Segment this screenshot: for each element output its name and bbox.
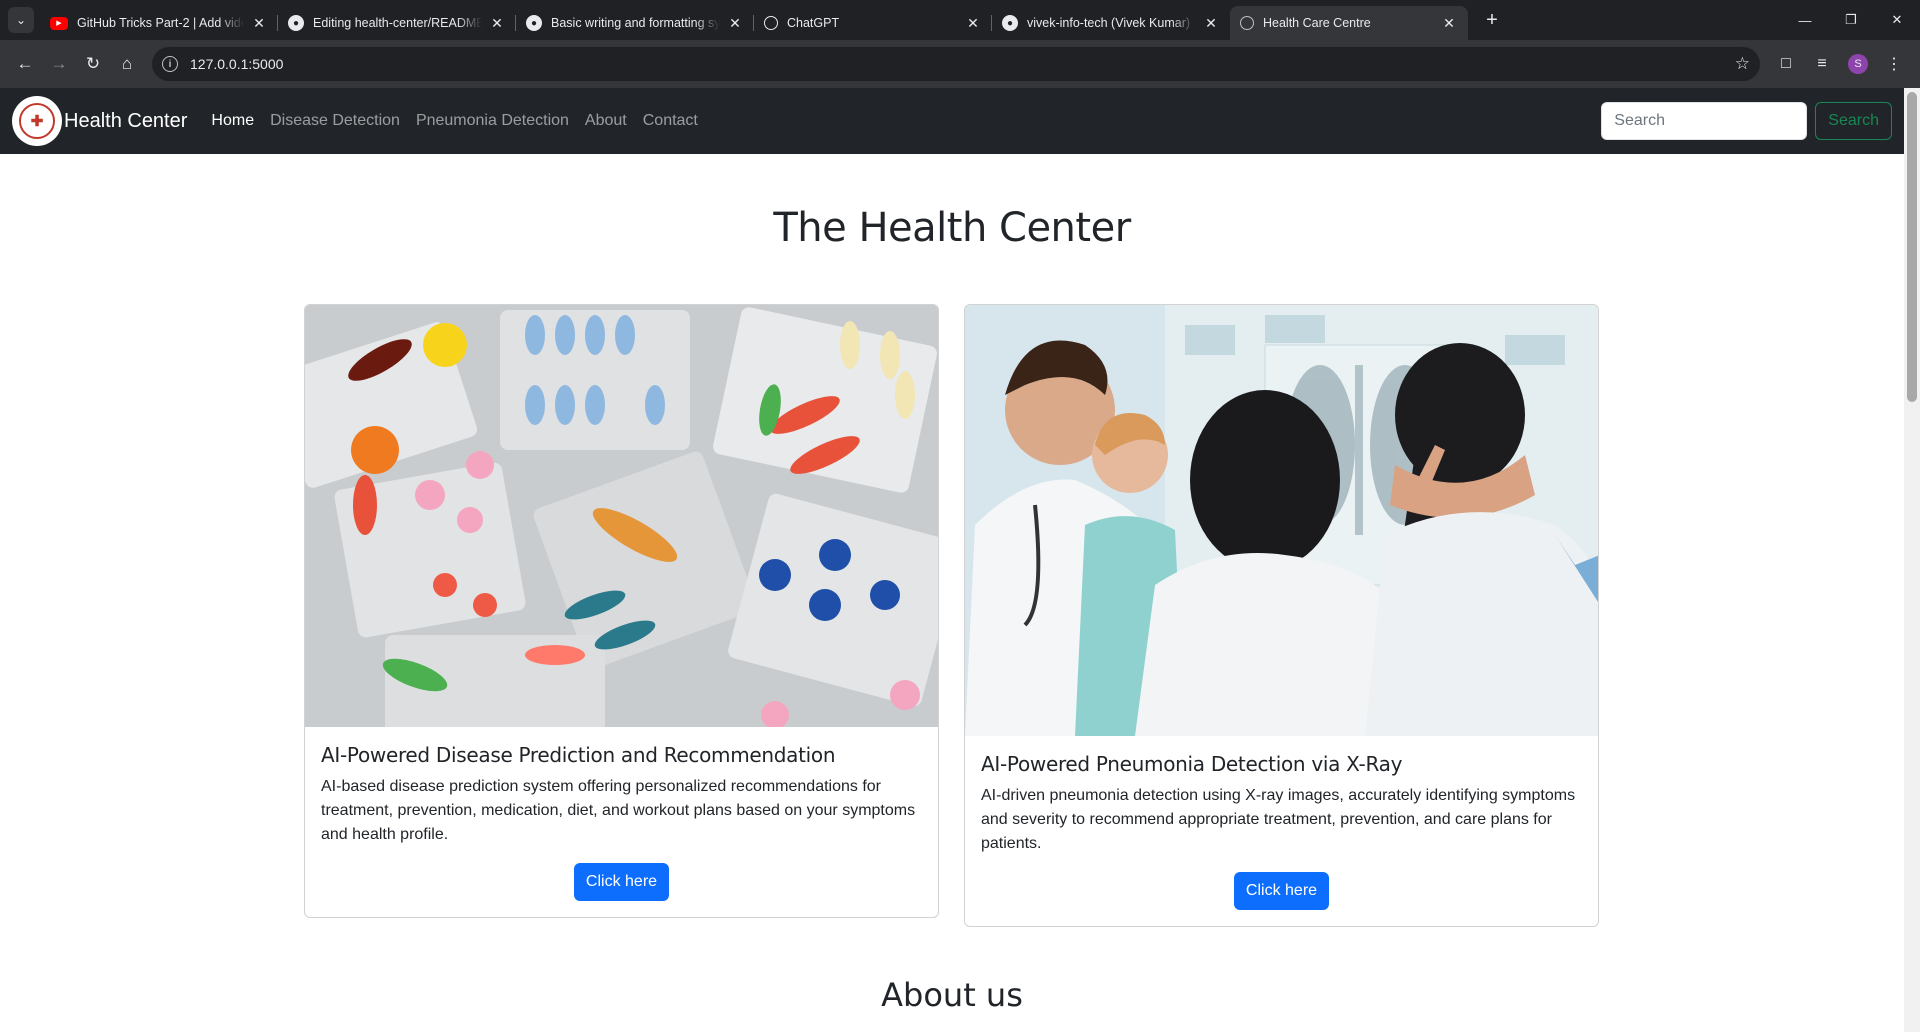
health-care-logo-icon: ✚ — [19, 103, 55, 139]
browser-tab-bar: ⌄ ▶ GitHub Tricks Part-2 | Add video ✕ ●… — [0, 0, 1920, 40]
page-title: The Health Center — [773, 205, 1131, 251]
card-title: AI-Powered Disease Prediction and Recomm… — [321, 743, 836, 767]
site-info-icon[interactable]: i — [162, 56, 178, 72]
github-icon: ● — [526, 15, 542, 31]
close-tab-icon[interactable]: ✕ — [1202, 15, 1220, 32]
pneumonia-detection-card: AI-Powered Pneumonia Detection via X-Ray… — [964, 304, 1599, 927]
minimize-icon[interactable]: — — [1782, 0, 1828, 40]
nav-disease-detection[interactable]: Disease Detection — [270, 112, 400, 130]
browser-tab[interactable]: ▶ GitHub Tricks Part-2 | Add video ✕ — [40, 6, 278, 40]
address-bar[interactable]: i 127.0.0.1:5000 ☆ — [152, 47, 1760, 81]
youtube-icon: ▶ — [50, 16, 68, 30]
tab-title: GitHub Tricks Part-2 | Add video — [77, 16, 244, 30]
page-scrollbar[interactable] — [1904, 88, 1920, 1032]
tab-title: vivek-info-tech (Vivek Kumar) — [1027, 16, 1191, 30]
close-tab-icon[interactable]: ✕ — [250, 15, 268, 32]
disease-click-here-button[interactable]: Click here — [573, 863, 670, 901]
search-input[interactable] — [1601, 102, 1808, 140]
extensions-icon[interactable]: □ — [1768, 47, 1804, 81]
browser-tab[interactable]: ● Editing health-center/README.md ✕ — [278, 6, 516, 40]
nav-home[interactable]: Home — [211, 112, 254, 130]
globe-icon — [1240, 16, 1254, 30]
reading-list-icon[interactable]: ≡ — [1804, 47, 1840, 81]
close-tab-icon[interactable]: ✕ — [726, 15, 744, 32]
card-text: AI-based disease prediction system offer… — [321, 778, 916, 843]
close-window-icon[interactable]: ✕ — [1874, 0, 1920, 40]
window-controls: — ❐ ✕ — [1782, 0, 1920, 40]
page-viewport: ✚ Health Center Home Disease Detection P… — [0, 88, 1920, 1032]
chatgpt-icon — [764, 16, 778, 30]
back-icon[interactable]: ← — [8, 47, 42, 81]
site-logo[interactable]: ✚ — [12, 96, 62, 146]
github-icon: ● — [288, 15, 304, 31]
nav-pneumonia-detection[interactable]: Pneumonia Detection — [416, 112, 569, 130]
site-navbar: ✚ Health Center Home Disease Detection P… — [0, 88, 1904, 154]
github-icon: ● — [1002, 15, 1018, 31]
close-tab-icon[interactable]: ✕ — [488, 15, 506, 32]
restore-icon[interactable]: ❐ — [1828, 0, 1874, 40]
doctors-xray-image — [965, 305, 1598, 736]
nav-contact[interactable]: Contact — [643, 112, 698, 130]
url-text[interactable]: 127.0.0.1:5000 — [190, 56, 1735, 72]
browser-tab[interactable]: ChatGPT ✕ — [754, 6, 992, 40]
tab-search-icon[interactable]: ⌄ — [8, 7, 34, 33]
card-body: AI-Powered Disease Prediction and Recomm… — [305, 727, 938, 917]
about-us-heading: About us — [881, 976, 1023, 1014]
card-body: AI-Powered Pneumonia Detection via X-Ray… — [965, 736, 1598, 926]
disease-prediction-card: AI-Powered Disease Prediction and Recomm… — [304, 304, 939, 918]
browser-toolbar: ← → ↻ ⌂ i 127.0.0.1:5000 ☆ □ ≡ S ⋮ — [0, 40, 1920, 88]
close-tab-icon[interactable]: ✕ — [1440, 15, 1458, 32]
pneumonia-click-here-button[interactable]: Click here — [1233, 872, 1330, 910]
home-icon[interactable]: ⌂ — [110, 47, 144, 81]
reload-icon[interactable]: ↻ — [76, 47, 110, 81]
site-brand[interactable]: Health Center — [64, 110, 187, 133]
scrollbar-thumb[interactable] — [1907, 92, 1917, 402]
browser-tab-active[interactable]: Health Care Centre ✕ — [1230, 6, 1468, 40]
menu-icon[interactable]: ⋮ — [1876, 47, 1912, 81]
search-button[interactable]: Search — [1815, 102, 1892, 140]
bookmark-star-icon[interactable]: ☆ — [1735, 54, 1750, 74]
tab-title: Health Care Centre — [1263, 16, 1371, 30]
medicine-pills-image — [305, 305, 938, 727]
profile-avatar[interactable]: S — [1848, 54, 1868, 74]
tab-title: Editing health-center/README.md — [313, 16, 482, 30]
tab-title: Basic writing and formatting syntax — [551, 16, 720, 30]
new-tab-icon[interactable]: + — [1480, 9, 1504, 32]
forward-icon[interactable]: → — [42, 47, 76, 81]
card-title: AI-Powered Pneumonia Detection via X-Ray — [981, 752, 1403, 776]
page-content: ✚ Health Center Home Disease Detection P… — [0, 88, 1904, 1032]
browser-tab[interactable]: ● vivek-info-tech (Vivek Kumar) ✕ — [992, 6, 1230, 40]
nav-about[interactable]: About — [585, 112, 627, 130]
tab-title: ChatGPT — [787, 16, 840, 30]
card-text: AI-driven pneumonia detection using X-ra… — [981, 787, 1576, 852]
browser-tab[interactable]: ● Basic writing and formatting syntax ✕ — [516, 6, 754, 40]
close-tab-icon[interactable]: ✕ — [964, 15, 982, 32]
